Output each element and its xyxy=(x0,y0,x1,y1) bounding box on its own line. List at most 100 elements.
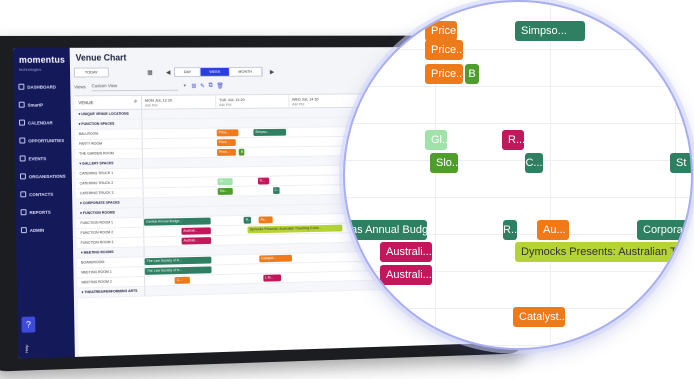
event-bar[interactable]: Au... xyxy=(258,216,274,224)
calendar-icon[interactable]: ▦ xyxy=(147,69,153,76)
lens-event-bar[interactable]: Au... xyxy=(537,220,569,240)
venue-label: FUNCTION ROOM 3 xyxy=(76,237,145,248)
search-icon[interactable]: ⌕ xyxy=(134,99,137,106)
help-button[interactable]: ? xyxy=(21,316,36,333)
lens-event-bar[interactable]: Dymocks Presents: Australian Travelling xyxy=(515,242,691,262)
event-bar[interactable]: R... xyxy=(243,216,252,224)
lens-event-bar[interactable]: Price... xyxy=(425,21,457,41)
view-day-button[interactable]: DAY xyxy=(175,68,201,77)
delete-icon[interactable]: 🗑 xyxy=(216,82,223,89)
event-bar[interactable]: The Law Society of N... xyxy=(144,266,212,275)
sidebar-item-events[interactable]: EVENTS xyxy=(15,149,72,168)
dropdown-caret-icon[interactable]: ▾ xyxy=(184,83,186,89)
sidebar-item-label: EVENTS xyxy=(28,155,47,161)
lens-event-bar[interactable]: R... xyxy=(503,220,517,240)
venue-label: MEETING ROOM 2 xyxy=(77,276,146,288)
venue-label: CATERING TRUCK 3 xyxy=(75,188,144,199)
lens-event-bar[interactable]: St xyxy=(670,153,691,173)
views-label: Views xyxy=(74,83,86,89)
view-switcher: DAY WEEK MONTH xyxy=(174,66,263,78)
venue-label: CATERING TRUCK 2 xyxy=(75,178,144,189)
lens-event-bar[interactable]: as Annual Budge... xyxy=(345,220,427,240)
lens-event-bar[interactable]: Price... xyxy=(425,64,463,84)
lens-column-divider xyxy=(675,2,676,348)
venue-label: ▾ FUNCTION SPACES xyxy=(74,119,143,130)
venue-label: BOARDROOM xyxy=(77,257,145,268)
today-button[interactable]: TODAY xyxy=(73,67,109,78)
prev-arrow-icon[interactable]: ◀ xyxy=(166,69,171,76)
event-bar[interactable]: Simpso... xyxy=(253,128,287,136)
sidebar-item-contacts[interactable]: CONTACTS xyxy=(15,185,72,204)
lens-event-bar[interactable]: B xyxy=(465,64,479,84)
event-bar[interactable]: Catalyst... xyxy=(259,254,292,263)
event-bar[interactable]: The Law Society of N... xyxy=(144,256,212,266)
lens-event-bar[interactable]: Corporat xyxy=(637,220,691,240)
sidebar-item-reports[interactable]: REPORTS xyxy=(16,202,73,221)
sidebar-item-smartp[interactable]: SmartP xyxy=(14,95,71,113)
venue-label: BALLROOM xyxy=(74,129,143,139)
sidebar-item-label: ADMIN xyxy=(29,227,45,233)
day-column-header: TUE JUL 13 20 AM PM xyxy=(216,94,290,110)
sidebar-item-label: CONTACTS xyxy=(29,191,54,197)
event-bar[interactable]: Price... xyxy=(216,139,236,147)
next-arrow-icon[interactable]: ▶ xyxy=(270,68,274,75)
sidebar-item-calendar[interactable]: CALENDAR xyxy=(14,113,71,131)
sidebar-nav: DASHBOARD SmartP CALENDAR OPPORTUNITIES EVEN… xyxy=(13,78,72,240)
lens-event-bar[interactable]: Gl... xyxy=(425,130,447,150)
day-period-label: AM PM xyxy=(219,102,232,108)
sidebar-item-admin[interactable]: ADMIN xyxy=(16,220,73,239)
lens-event-bar[interactable]: Australi... xyxy=(380,265,432,285)
magnifier-lens: Price...Simpso...Price...Price...BGl...R… xyxy=(343,0,693,350)
event-bar[interactable]: Central Annual Budge... xyxy=(143,217,211,226)
event-bar[interactable]: B xyxy=(239,148,245,156)
sidebar: momentus technologies DASHBOARD SmartP CAL… xyxy=(12,47,75,359)
lens-event-bar[interactable]: Australi... xyxy=(380,242,432,262)
chart-icon xyxy=(18,101,25,108)
event-bar[interactable]: Price... xyxy=(217,148,236,156)
sidebar-item-label: SmartP xyxy=(27,102,44,108)
lens-row xyxy=(345,86,691,124)
event-bar[interactable]: C... xyxy=(272,187,280,195)
calendar-icon xyxy=(19,119,26,126)
venue-label: ▾ THEATRES/PERFORMING ARTS xyxy=(77,286,146,298)
lens-event-bar[interactable]: Catalyst... xyxy=(513,307,565,327)
sidebar-item-label: ORGANISATIONS xyxy=(28,173,66,179)
event-bar[interactable]: Price... xyxy=(216,129,239,137)
copy-icon[interactable]: ⧉ xyxy=(209,82,213,89)
event-bar[interactable]: Dymocks Presents: Australian Travelling … xyxy=(247,224,342,234)
venue-label: ▾ UNIQUE VENUE LOCATIONS xyxy=(74,109,143,120)
sidebar-item-label: OPPORTUNITIES xyxy=(28,137,65,143)
lens-event-bar[interactable]: Price... xyxy=(425,40,463,60)
sidebar-item-label: DASHBOARD xyxy=(27,84,56,90)
views-select[interactable]: Custom View xyxy=(91,81,179,91)
lens-event-bar[interactable]: Slo... xyxy=(430,153,458,173)
app-logo: momentus xyxy=(18,54,66,65)
venue-label: THE GARDEN ROOM xyxy=(75,149,143,159)
lens-row xyxy=(345,160,691,198)
lens-event-bar[interactable]: Simpso... xyxy=(515,21,585,41)
day-period-label: AM PM xyxy=(144,102,158,108)
event-bar[interactable]: Australi... xyxy=(181,227,212,235)
building-icon xyxy=(19,173,26,180)
event-bar[interactable]: L M... xyxy=(263,274,282,282)
view-week-button[interactable]: WEEK xyxy=(200,67,230,76)
person-icon xyxy=(20,191,27,198)
sidebar-item-opportunities[interactable]: OPPORTUNITIES xyxy=(14,131,71,150)
view-month-button[interactable]: MONTH xyxy=(229,67,262,76)
app-logo-sub: technologies xyxy=(19,66,42,72)
edit-icon[interactable]: ✎ xyxy=(200,82,205,89)
sidebar-item-organisations[interactable]: ORGANISATIONS xyxy=(15,167,72,186)
lens-event-bar[interactable]: R... xyxy=(502,130,524,150)
event-bar[interactable]: Gl... xyxy=(217,178,233,186)
grid-view-icon[interactable]: ⊞ xyxy=(191,82,196,89)
sidebar-item-label: CALENDAR xyxy=(27,119,53,126)
sidebar-item-dashboard[interactable]: DASHBOARD xyxy=(13,78,70,96)
lens-event-bar[interactable]: C... xyxy=(525,153,543,173)
event-bar[interactable]: R... xyxy=(257,177,269,185)
venue-label: MEETING ROOM 1 xyxy=(77,267,145,278)
venue-label: ▾ CORPORATE SPACES xyxy=(76,198,144,209)
event-bar[interactable]: Australi... xyxy=(181,237,212,245)
event-bar[interactable]: C... xyxy=(174,276,190,284)
venue-header-label: VENUE xyxy=(78,100,94,106)
event-bar[interactable]: Slo... xyxy=(217,187,233,195)
